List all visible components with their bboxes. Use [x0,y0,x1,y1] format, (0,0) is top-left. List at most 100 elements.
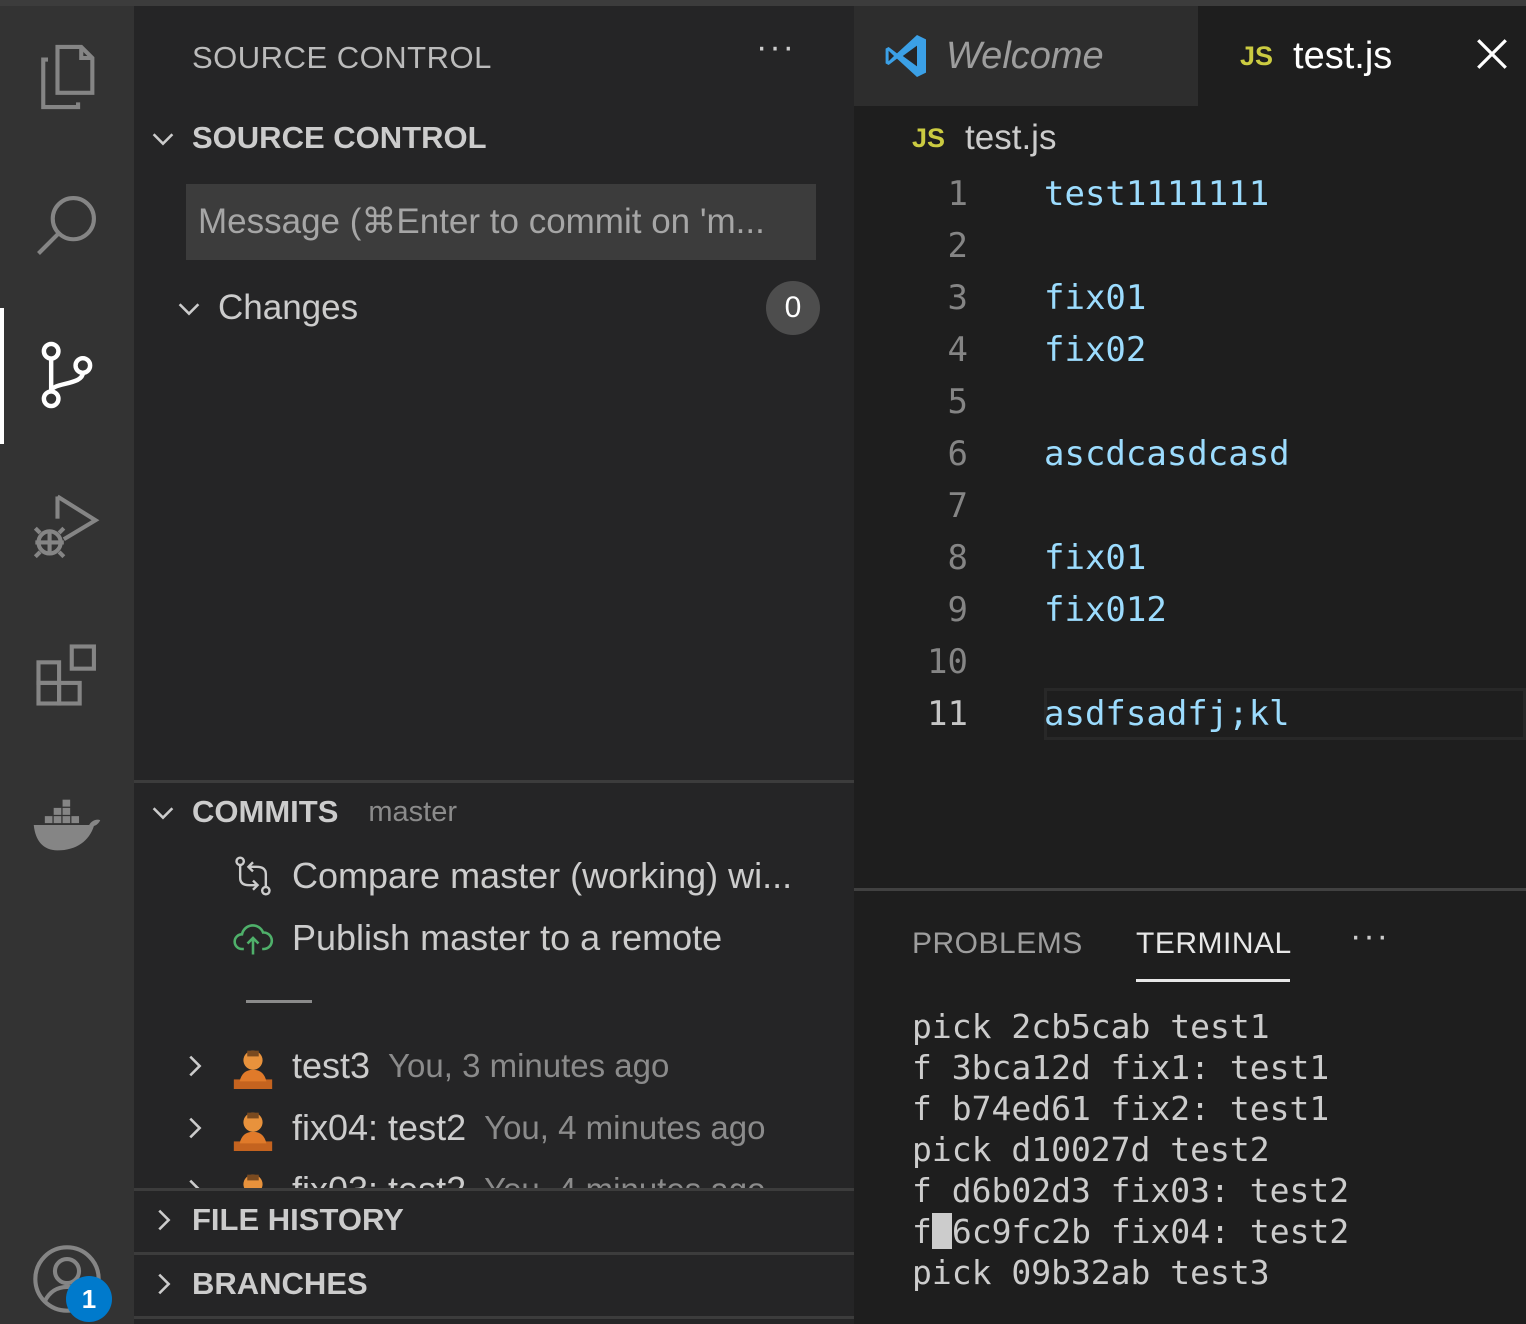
sidebar-title: SOURCE CONTROL [192,40,492,75]
scm-section-header[interactable]: SOURCE CONTROL [134,108,854,168]
cloud-upload-icon [230,915,276,961]
line-number: 6 [947,434,968,474]
line-number: 4 [947,330,968,370]
bottom-panel: PROBLEMS TERMINAL ··· pick 2cb5cab test1… [854,888,1526,1324]
js-file-icon: JS [1240,40,1274,71]
branches-section-header[interactable]: BRANCHES [134,1254,854,1314]
changes-count-badge: 0 [766,281,820,335]
commit-description: You, 3 minutes ago [388,1047,670,1084]
explorer-icon[interactable] [0,10,134,144]
line-number: 10 [927,642,968,682]
active-tab-underline [1136,979,1290,982]
line-number: 1 [947,174,968,214]
tab-terminal[interactable]: TERMINAL [1136,927,1292,961]
tab-label: Welcome [946,34,1104,77]
chevron-right-icon [174,1113,214,1143]
author-avatar [233,1050,273,1089]
tab-test-js[interactable]: JS test.js [1198,6,1526,106]
source-control-icon[interactable] [0,308,134,442]
changes-group[interactable]: Changes 0 [174,276,824,340]
code-editor[interactable]: 1 test1111111 2 3 fix01 4 fix02 5 6 ascdcasdcasd 7… [854,166,1526,890]
commits-section-header[interactable]: COMMITS master [134,782,854,842]
code-text: fix012 [1044,590,1167,630]
publish-label: Publish master to a remote [292,917,723,958]
source-control-sidebar: SOURCE CONTROL ··· SOURCE CONTROL Messag… [134,6,854,1324]
commit-item[interactable]: fix04: test2 You, 4 minutes ago [174,1098,765,1158]
line-number: 2 [947,226,968,266]
terminal-line: f d6b02d3 fix03: test2 [912,1171,1350,1210]
tab-welcome[interactable]: Welcome [854,6,1198,106]
activity-bar: 1 [0,6,134,1324]
code-line[interactable]: 11 asdfsadfj;kl [854,686,1526,738]
terminal-line: pick 09b32ab test3 [912,1253,1270,1292]
file-history-section-header[interactable]: FILE HISTORY [134,1190,854,1250]
code-line[interactable]: 8 fix01 [854,530,1526,582]
line-number: 11 [927,694,968,734]
code-line[interactable]: 6 ascdcasdcasd [854,426,1526,478]
author-avatar [243,1174,263,1188]
panel-more-button[interactable]: ··· [1350,917,1390,956]
extensions-icon[interactable] [0,608,134,742]
code-line[interactable]: 2 [854,218,1526,270]
code-line[interactable]: 3 fix01 [854,270,1526,322]
line-number: 7 [947,486,968,526]
code-text: test1111111 [1044,174,1270,214]
code-text: fix01 [1044,538,1147,578]
code-line[interactable]: 9 fix012 [854,582,1526,634]
commit-message: fix03: test2 [292,1169,466,1188]
more-actions-button[interactable]: ··· [756,28,796,67]
scm-section-title: SOURCE CONTROL [192,120,487,155]
editor-tab-bar: Welcome JS test.js [854,6,1526,106]
close-icon[interactable] [1472,34,1512,74]
compare-working-item[interactable]: Compare master (working) wi... [230,846,792,906]
terminal-line: f 6c9fc2b fix04: test2 [912,1212,1350,1251]
code-text: fix01 [1044,278,1147,318]
docker-icon[interactable] [0,758,134,892]
terminal-line: f b74ed61 fix2: test1 [912,1089,1330,1128]
compare-label: Compare master (working) wi... [292,855,793,896]
branches-title: BRANCHES [192,1266,368,1301]
chevron-down-icon [134,123,192,153]
publish-branch-item[interactable]: Publish master to a remote [230,908,722,968]
line-number: 8 [947,538,968,578]
code-line[interactable]: 1 test1111111 [854,166,1526,218]
chevron-down-icon [134,797,192,827]
code-line[interactable]: 7 [854,478,1526,530]
terminal-output[interactable]: pick 2cb5cab test1 f 3bca12d fix1: test1 f… [912,1007,1349,1294]
code-line[interactable]: 4 fix02 [854,322,1526,374]
breadcrumb-file: test.js [965,118,1057,157]
commit-item[interactable]: fix03: test2 You, 4 minutes ago [174,1160,765,1188]
tab-label: test.js [1293,34,1393,77]
section-divider [134,1316,854,1319]
commit-separator [246,1000,312,1003]
commits-branch-name: master [368,795,458,828]
vscode-logo-icon [885,35,926,77]
tab-problems[interactable]: PROBLEMS [912,927,1083,961]
breadcrumb[interactable]: JS test.js [912,112,1056,164]
run-debug-icon[interactable] [0,458,134,592]
commit-message-input[interactable]: Message (⌘Enter to commit on 'm... [186,184,816,260]
chevron-right-icon [134,1269,192,1299]
chevron-right-icon [134,1205,192,1235]
code-line[interactable]: 10 [854,634,1526,686]
commits-section-title: COMMITS [192,794,339,829]
commit-message: fix04: test2 [292,1107,467,1148]
code-text: ascdcasdcasd [1044,434,1290,474]
terminal-line: pick d10027d test2 [912,1130,1270,1169]
commit-message: test3 [292,1045,371,1086]
active-indicator [0,308,4,444]
chevron-down-icon [178,303,200,316]
code-text: fix02 [1044,330,1147,370]
terminal-cursor [931,1213,952,1249]
search-icon[interactable] [0,158,134,292]
file-history-title: FILE HISTORY [192,1202,404,1237]
account-badge: 1 [66,1276,112,1322]
line-number: 5 [947,382,968,422]
author-avatar [233,1112,273,1151]
js-file-icon: JS [912,122,946,153]
code-line[interactable]: 5 [854,374,1526,426]
commit-item[interactable]: test3 You, 3 minutes ago [174,1036,669,1096]
code-text: asdfsadfj;kl [1044,694,1290,734]
line-number: 3 [947,278,968,318]
changes-label: Changes [218,288,359,327]
